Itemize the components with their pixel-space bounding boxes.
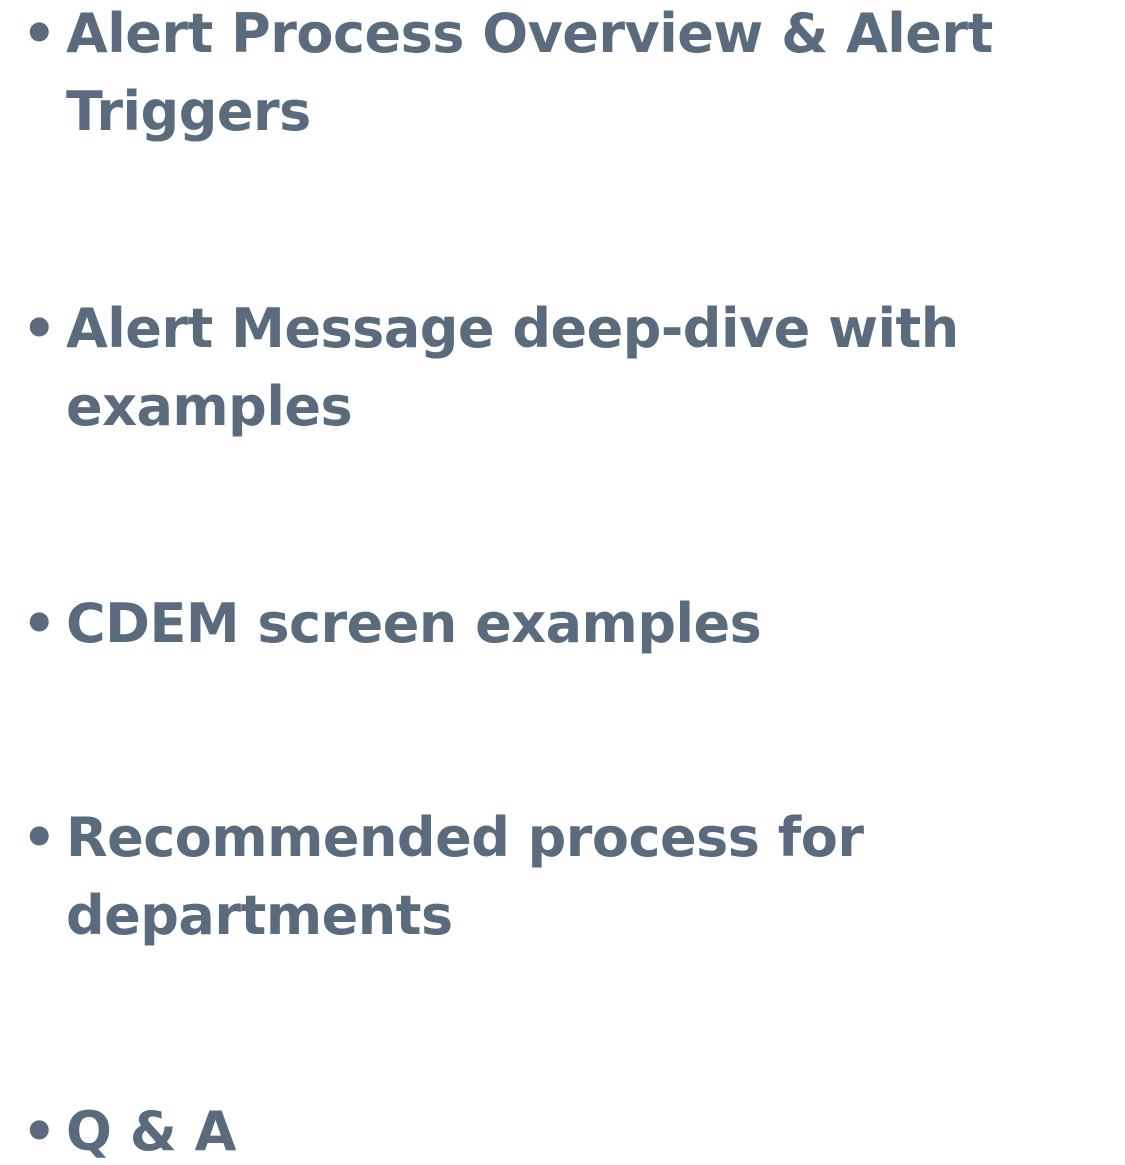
- agenda-item-recommended-process: • Recommended process for departments: [0, 799, 1125, 955]
- agenda-item-label: Alert Process Overview & Alert Triggers: [66, 2, 993, 143]
- agenda-item-alert-message-deep-dive: • Alert Message deep-dive with examples: [0, 290, 1125, 446]
- agenda-item-q-and-a: • Q & A: [0, 1093, 1125, 1165]
- bullet-icon: •: [22, 806, 57, 869]
- agenda-list: • Alert Process Overview & Alert Trigger…: [0, 0, 1125, 1165]
- bullet-icon: •: [22, 592, 57, 655]
- agenda-item-label: Q & A: [66, 1100, 236, 1163]
- agenda-item-label: Recommended process for departments: [66, 806, 864, 947]
- agenda-item-alert-process-overview: • Alert Process Overview & Alert Trigger…: [0, 0, 1125, 151]
- agenda-item-label: CDEM screen examples: [66, 592, 762, 655]
- agenda-item-label: Alert Message deep-dive with examples: [66, 297, 959, 438]
- bullet-icon: •: [22, 297, 57, 360]
- bullet-icon: •: [22, 1100, 57, 1163]
- agenda-item-cdem-screen-examples: • CDEM screen examples: [0, 585, 1125, 663]
- bullet-icon: •: [22, 2, 57, 65]
